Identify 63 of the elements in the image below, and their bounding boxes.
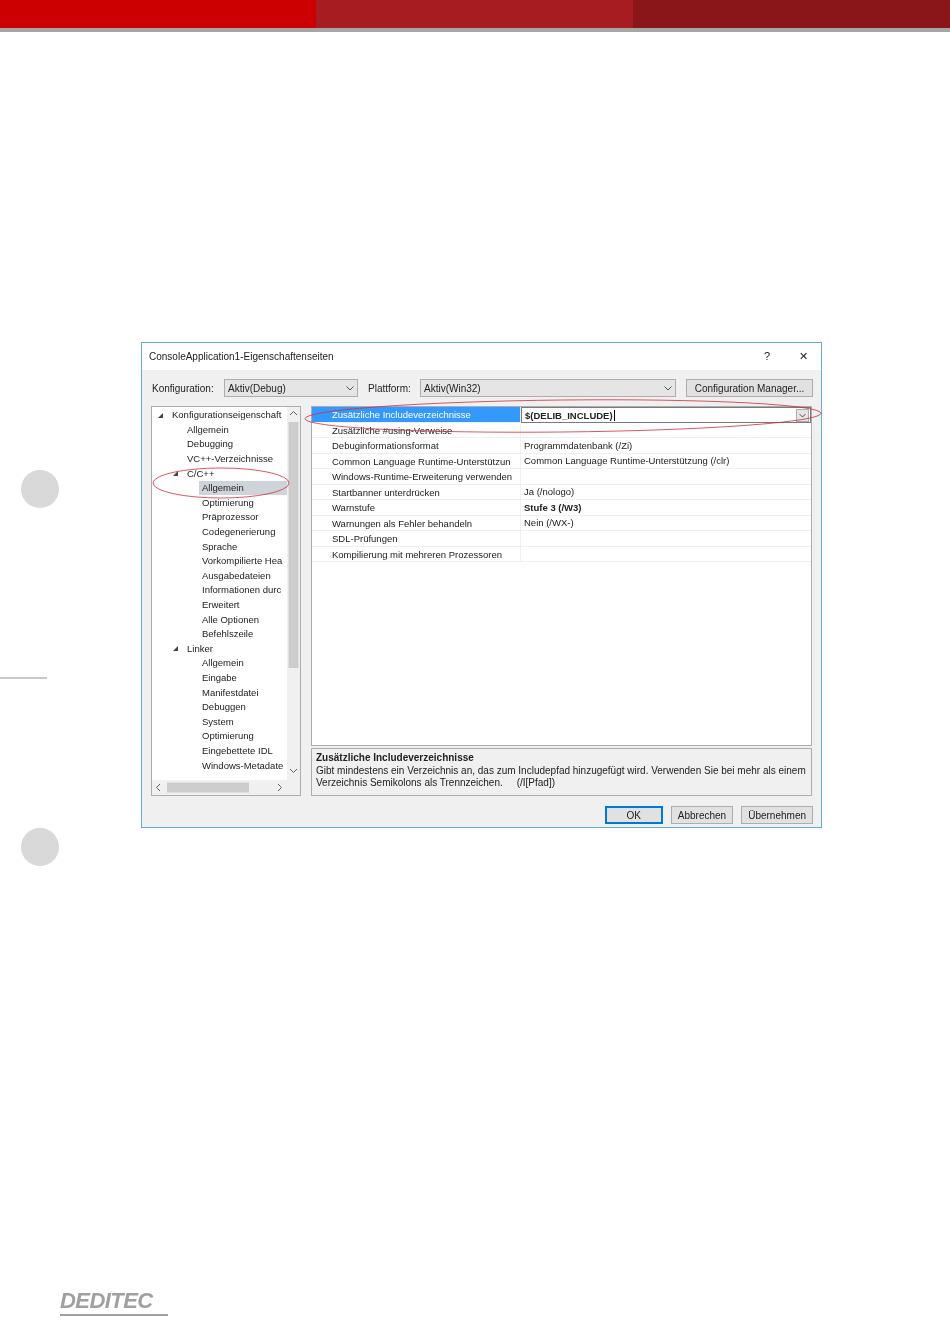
property-name[interactable]: Startbanner unterdrücken [312, 484, 521, 499]
dialog-button[interactable]: Abbrechen [670, 806, 734, 824]
close-button[interactable]: ✕ [785, 343, 821, 370]
description-text: Gibt mindestens ein Verzeichnis an, das zum Includepfad hinzugefügt wird. Verwenden Sie bei mehr als einem Verzeichnis Semikolons als Trennzeichen. (/I[Pfad]) [316, 764, 807, 790]
tree-item[interactable]: Codegenerierung [199, 525, 279, 540]
tree-item[interactable]: System [199, 714, 237, 729]
property-value[interactable]: Common Language Runtime-Unterstützung (/clr) [521, 453, 730, 469]
expanded-triangle-icon[interactable] [172, 645, 179, 653]
tree-item[interactable]: Informationen durc [199, 583, 285, 598]
expanded-triangle-icon[interactable] [157, 411, 164, 419]
dropdown-value: Aktiv(Win32) [424, 381, 481, 396]
tree-item[interactable]: Manifestdatei [199, 685, 262, 700]
field-label: Konfiguration: [152, 381, 215, 396]
property-name[interactable]: Common Language Runtime-Unterstützun [312, 453, 521, 468]
property-name[interactable]: Debuginformationsformat [312, 438, 521, 453]
property-name[interactable]: Kompilierung mit mehreren Prozessoren [312, 546, 521, 561]
tree-item[interactable]: Erweitert [199, 598, 243, 612]
tree-item[interactable]: C/C++ [184, 466, 218, 481]
tree-item[interactable]: Präprozessor [199, 510, 262, 525]
chevron-down-icon [346, 385, 354, 391]
property-value[interactable]: Stufe 3 (/W3) [521, 499, 582, 515]
vertical-scrollbar[interactable] [287, 407, 300, 780]
property-name[interactable]: Warnstufe [312, 500, 521, 515]
tree-item[interactable]: Linker [184, 641, 216, 656]
expanded-triangle-icon[interactable] [172, 470, 179, 478]
tree-item[interactable]: Optimierung [199, 729, 257, 744]
window-title: ConsoleApplication1-Eigenschaftenseiten [149, 350, 335, 364]
tree-item[interactable]: Allgemein [199, 481, 287, 496]
property-value[interactable]: Programmdatenbank (/Zi) [521, 437, 633, 453]
dropdown-value: Aktiv(Debug) [228, 381, 286, 396]
tree-item[interactable]: Eingabe [199, 671, 240, 685]
tree-item[interactable]: Eingebettete IDL [199, 743, 276, 758]
tree-item[interactable]: Allgemein [199, 656, 247, 671]
company-logo: DEDITEC [60, 1290, 154, 1312]
dialog-button[interactable]: Übernehmen [741, 806, 813, 824]
chevron-down-icon[interactable] [796, 408, 809, 422]
property-name[interactable]: SDL-Prüfungen [312, 531, 521, 546]
tree-item[interactable]: Windows-Metadate [199, 758, 287, 773]
property-name[interactable]: Zusätzliche #using-Verweise [312, 422, 521, 437]
tree-item[interactable]: Konfigurationseigenschaft [169, 408, 285, 423]
description-title: Zusätzliche Includeverzeichnisse [316, 752, 475, 765]
tree-item[interactable]: Allgemein [184, 422, 232, 437]
dialog-button[interactable]: OK [604, 806, 663, 824]
dropdown[interactable]: Aktiv(Debug) [224, 379, 358, 397]
tree-item[interactable]: Ausgabedateien [199, 568, 274, 583]
dropdown[interactable]: Aktiv(Win32) [420, 379, 676, 397]
tree-item[interactable]: Debuggen [199, 700, 249, 715]
property-value[interactable]: Ja (/nologo) [521, 484, 575, 500]
chevron-down-icon [664, 385, 672, 391]
configuration-manager-button[interactable]: Configuration Manager... [686, 379, 813, 397]
tree-item[interactable]: Vorkompilierte Hea [199, 554, 286, 569]
tree-item[interactable]: Sprache [199, 539, 241, 554]
help-button[interactable]: ? [749, 343, 785, 370]
tree-item[interactable]: Alle Optionen [199, 612, 263, 627]
horizontal-scrollbar[interactable] [152, 780, 300, 795]
tree-item[interactable]: Optimierung [199, 495, 257, 510]
property-value[interactable]: Nein (/WX-) [521, 515, 574, 531]
field-label: Plattform: [368, 381, 412, 396]
property-name[interactable]: Windows-Runtime-Erweiterung verwenden [312, 469, 521, 484]
tree-item[interactable]: Befehlszeile [199, 627, 257, 642]
property-name[interactable]: Warnungen als Fehler behandeln [312, 515, 521, 530]
tree-item[interactable]: Debugging [184, 437, 236, 452]
tree-item[interactable]: VC++-Verzeichnisse [184, 452, 277, 467]
